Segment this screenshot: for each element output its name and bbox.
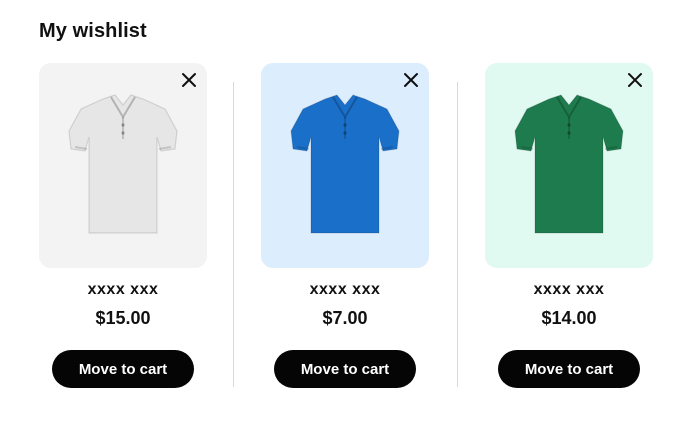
product-image[interactable] [485,63,653,268]
close-icon [404,73,418,87]
product-name: xxxx xxx [533,281,605,298]
product-name: xxxx xxx [87,281,159,298]
wishlist-card: xxxx xxx $15.00 Move to cart [39,63,207,388]
product-price: $15.00 [95,308,151,328]
move-to-cart-button[interactable]: Move to cart [498,350,640,388]
white-polo-shirt-icon [68,94,178,234]
product-price: $7.00 [322,308,368,328]
wishlist-card: xxxx xxx $14.00 Move to cart [485,63,653,388]
remove-from-wishlist-button[interactable] [625,70,645,90]
product-image[interactable] [261,63,429,268]
close-icon [628,73,642,87]
product-price: $14.00 [541,308,597,328]
wishlist-card: xxxx xxx $7.00 Move to cart [261,63,429,388]
divider [233,82,234,387]
remove-from-wishlist-button[interactable] [401,70,421,90]
product-image[interactable] [39,63,207,268]
product-name: xxxx xxx [309,281,381,298]
move-to-cart-button[interactable]: Move to cart [52,350,194,388]
close-icon [182,73,196,87]
blue-polo-shirt-icon [290,94,400,234]
move-to-cart-button[interactable]: Move to cart [274,350,416,388]
wishlist-grid: xxxx xxx $15.00 Move to cart xxxx xxx $7… [0,0,690,425]
divider [457,82,458,387]
green-polo-shirt-icon [514,94,624,234]
remove-from-wishlist-button[interactable] [179,70,199,90]
